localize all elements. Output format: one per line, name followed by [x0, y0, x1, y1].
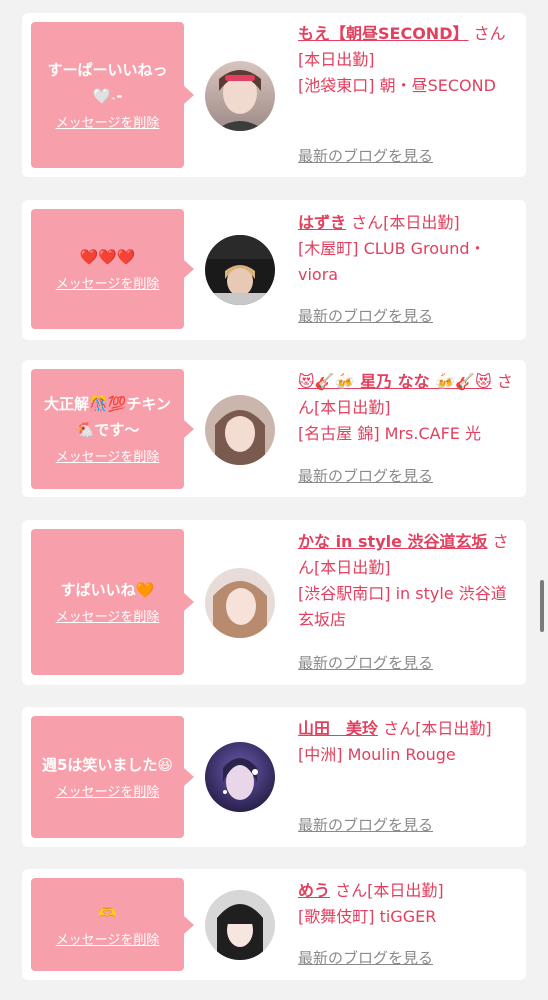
message-bubble: すーぱーいいねっ🤍˴- メッセージを削除 [31, 22, 194, 168]
cast-info: めう さん[本日出勤] [歌舞伎町] tiGGER [298, 878, 518, 930]
latest-blog-link[interactable]: 最新のブログを見る [298, 306, 433, 326]
avatar[interactable] [205, 235, 275, 305]
avatar[interactable] [205, 568, 275, 638]
message-text: 大正解🎊💯チキン🐔です〜 [44, 395, 171, 439]
message-bubble: 🫶 メッセージを削除 [31, 878, 194, 971]
message-bubble: 週5は笑いました😆 メッセージを削除 [31, 716, 194, 838]
latest-blog-link[interactable]: 最新のブログを見る [298, 815, 433, 835]
message-text: すーぱーいいねっ🤍˴- [47, 61, 168, 105]
cast-name-link[interactable]: めう [298, 881, 330, 900]
avatar[interactable] [205, 890, 275, 960]
cast-info: はずき さん[本日出勤] [木屋町] CLUB Ground・viora [298, 210, 518, 288]
cast-status: さん[本日出勤] [351, 213, 460, 232]
cast-info: 😻🎸🍻 星乃 なな 🍻🎸😻 さん[本日出勤] [名古屋 錦] Mrs.CAFE … [298, 369, 518, 447]
avatar[interactable] [205, 742, 275, 812]
message-bubble: 大正解🎊💯チキン🐔です〜 メッセージを削除 [31, 369, 194, 489]
delete-message-link[interactable]: メッセージを削除 [56, 932, 160, 950]
shop-name: [中洲] Moulin Rouge [298, 745, 456, 764]
shop-name: [名古屋 錦] Mrs.CAFE 光 [298, 424, 481, 443]
like-card: ❤️❤️❤️ メッセージを削除 はずき さん[本日出勤] [木屋町] CLUB … [22, 200, 526, 340]
avatar[interactable] [205, 395, 275, 465]
shop-name: [木屋町] CLUB Ground・viora [298, 239, 486, 284]
message-bubble: ❤️❤️❤️ メッセージを削除 [31, 209, 194, 329]
avatar[interactable] [205, 61, 275, 131]
avatar-photo [205, 235, 275, 305]
latest-blog-link[interactable]: 最新のブログを見る [298, 653, 433, 673]
cast-info: もえ【朝昼SECOND】 さん[本日出勤] [池袋東口] 朝・昼SECOND [298, 21, 518, 99]
message-text: ❤️❤️❤️ [79, 248, 136, 266]
delete-message-link[interactable]: メッセージを削除 [56, 449, 160, 467]
cast-status: さん[本日出勤] [335, 881, 444, 900]
delete-message-link[interactable]: メッセージを削除 [56, 276, 160, 294]
cast-name-link[interactable]: 山田 美玲 [298, 719, 378, 738]
scrollbar[interactable] [540, 580, 544, 632]
message-text: すばいいね🧡 [60, 581, 155, 599]
avatar-photo [205, 568, 275, 638]
delete-message-link[interactable]: メッセージを削除 [56, 115, 160, 133]
cast-info: かな in style 渋谷道玄坂 さん[本日出勤] [渋谷駅南口] in st… [298, 529, 518, 633]
latest-blog-link[interactable]: 最新のブログを見る [298, 466, 433, 486]
like-card: すばいいね🧡 メッセージを削除 かな in style 渋谷道玄坂 さん[本日出… [22, 520, 526, 685]
cast-name-link[interactable]: もえ【朝昼SECOND】 [298, 24, 468, 43]
cast-name-link[interactable]: 😻🎸🍻 星乃 なな 🍻🎸😻 [298, 372, 492, 391]
like-card: すーぱーいいねっ🤍˴- メッセージを削除 もえ【朝昼SECOND】 さん[本日出… [22, 13, 526, 177]
cast-info: 山田 美玲 さん[本日出勤] [中洲] Moulin Rouge [298, 716, 518, 768]
message-text: 🫶 [98, 903, 117, 922]
avatar-photo [205, 742, 275, 812]
message-text: 週5は笑いました😆 [41, 756, 174, 774]
latest-blog-link[interactable]: 最新のブログを見る [298, 948, 433, 968]
cast-name-link[interactable]: かな in style 渋谷道玄坂 [298, 532, 488, 551]
like-card: 週5は笑いました😆 メッセージを削除 山田 美玲 さん[本日出勤] [中洲] M… [22, 707, 526, 847]
shop-name: [歌舞伎町] tiGGER [298, 907, 437, 926]
latest-blog-link[interactable]: 最新のブログを見る [298, 146, 433, 166]
avatar-photo [205, 61, 275, 131]
avatar-photo [205, 890, 275, 960]
shop-name: [渋谷駅南口] in style 渋谷道玄坂店 [298, 584, 507, 629]
shop-name: [池袋東口] 朝・昼SECOND [298, 76, 496, 95]
like-card: 🫶 メッセージを削除 めう さん[本日出勤] [歌舞伎町] tiGGER 最新の… [22, 869, 526, 980]
avatar-photo [205, 395, 275, 465]
cast-status: さん[本日出勤] [383, 719, 492, 738]
delete-message-link[interactable]: メッセージを削除 [56, 609, 160, 627]
cast-name-link[interactable]: はずき [298, 213, 346, 232]
message-bubble: すばいいね🧡 メッセージを削除 [31, 529, 194, 675]
delete-message-link[interactable]: メッセージを削除 [56, 784, 160, 802]
like-card: 大正解🎊💯チキン🐔です〜 メッセージを削除 😻🎸🍻 星乃 なな 🍻🎸😻 さん[本… [22, 360, 526, 497]
